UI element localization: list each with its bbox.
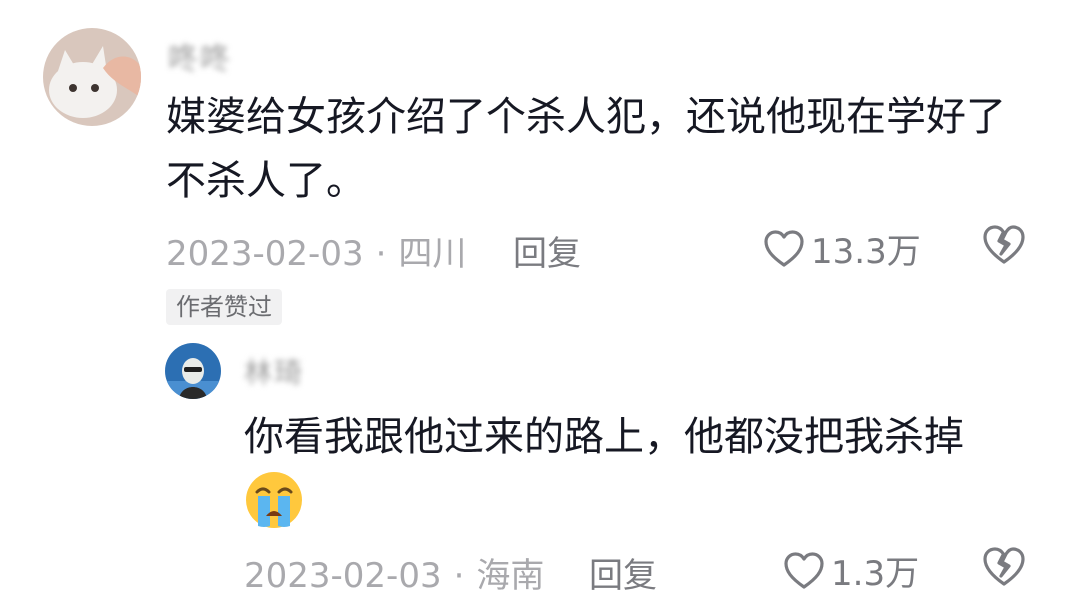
commenter-avatar[interactable] [43, 28, 141, 126]
reply-reply-button[interactable]: 回复 [589, 548, 657, 597]
comment-date: 2023-02-03 [166, 234, 364, 274]
comment-dislike-button[interactable] [982, 224, 1026, 270]
reply-like-button[interactable]: 1.3万 [783, 546, 919, 595]
reply-text: 你看我跟他过来的路上，他都没把我杀掉 [244, 414, 964, 460]
comment-text-line2: 不杀人了。 [166, 158, 366, 204]
comment-meta: 2023-02-03 · 四川 [166, 226, 466, 275]
heart-outline-icon [764, 229, 804, 267]
replier-avatar[interactable] [165, 343, 221, 399]
meta-separator: · [453, 556, 465, 596]
author-liked-badge: 作者赞过 [166, 289, 282, 325]
comment-reply-button[interactable]: 回复 [513, 226, 581, 275]
replier-username[interactable]: 林琦 [244, 351, 304, 391]
reply-like-count: 1.3万 [831, 554, 920, 594]
comment-text-line1: 媒婆给女孩介绍了个杀人犯，还说他现在学好了 [166, 94, 1006, 140]
broken-heart-icon [983, 547, 1025, 586]
meta-separator: · [375, 234, 387, 274]
crying-face-emoji [244, 470, 304, 534]
comment-location: 四川 [398, 234, 467, 274]
heart-outline-icon [784, 551, 824, 589]
reply-date: 2023-02-03 [244, 556, 442, 596]
reply-location: 海南 [476, 556, 545, 596]
reply-dislike-button[interactable] [982, 546, 1026, 592]
commenter-username[interactable]: 咚咚 [168, 34, 232, 78]
reply-meta: 2023-02-03 · 海南 [244, 548, 544, 597]
comment-like-count: 13.3万 [811, 232, 921, 272]
comment-like-button[interactable]: 13.3万 [763, 224, 921, 273]
broken-heart-icon [983, 225, 1025, 264]
